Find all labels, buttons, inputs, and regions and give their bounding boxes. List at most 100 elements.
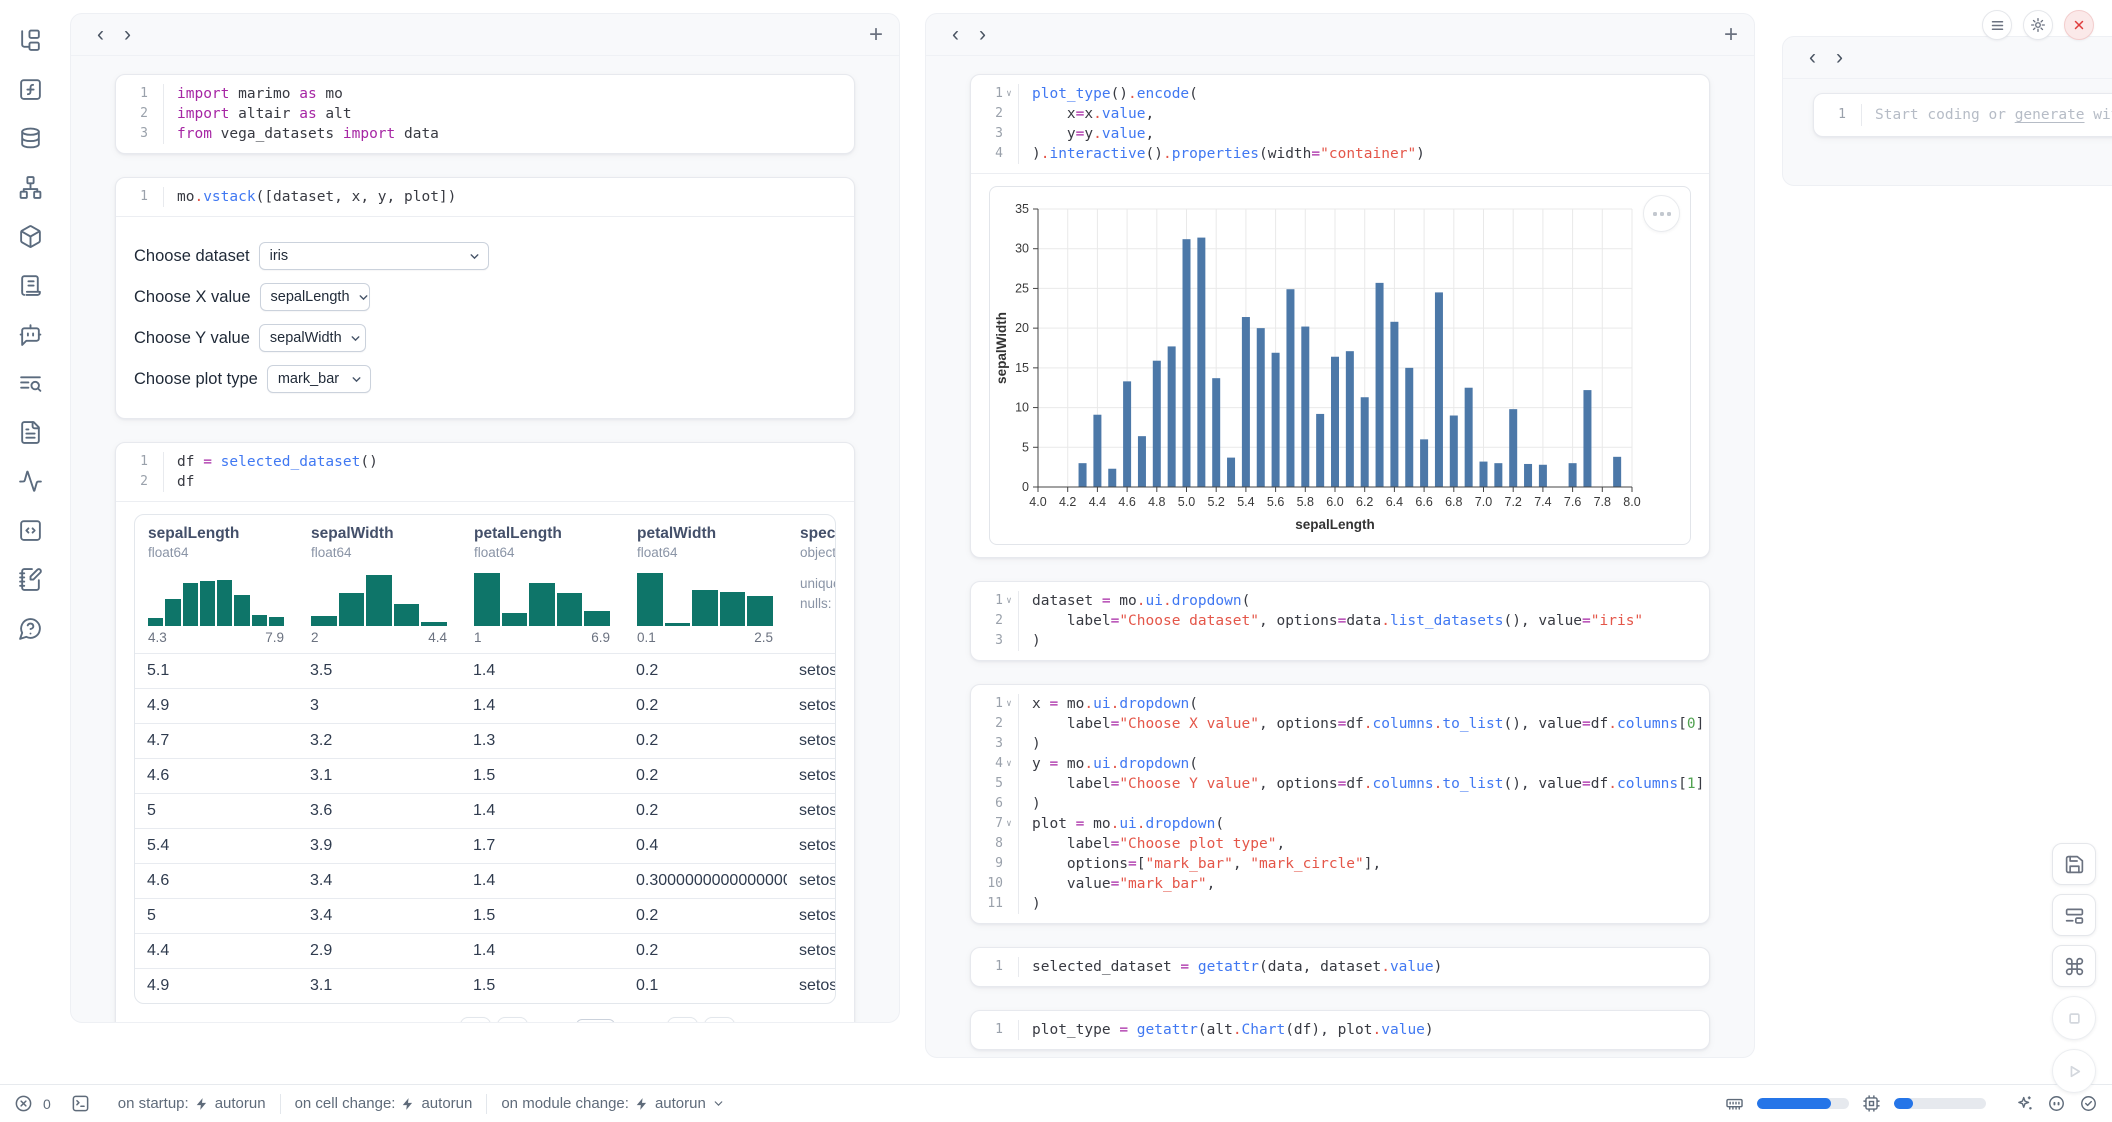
column-prev-button[interactable]: ‹ [87, 24, 114, 45]
code-content[interactable]: value="mark_bar", [1019, 874, 1215, 894]
code-line[interactable]: 6) [971, 794, 1709, 814]
code-content[interactable]: plot_type = getattr(alt.Chart(df), plot.… [1019, 1020, 1434, 1040]
last-page-button[interactable]: » [704, 1017, 735, 1023]
chart-actions-button[interactable] [1643, 195, 1680, 232]
code-line[interactable]: 2import altair as alt [116, 104, 854, 124]
code-line[interactable]: 2df [116, 472, 854, 492]
code-line[interactable]: 7∨plot = mo.ui.dropdown( [971, 814, 1709, 834]
column-next-button[interactable]: › [114, 24, 141, 45]
table-row[interactable]: 53.41.50.2setosa [135, 899, 835, 934]
code-content[interactable]: from vega_datasets import data [164, 124, 439, 144]
errors-icon[interactable] [14, 1094, 33, 1113]
on-startup-setting[interactable]: on startup: autorun [104, 1095, 280, 1112]
scratchpad-panel-button[interactable] [12, 561, 48, 597]
code-placeholder[interactable]: Start coding or generate with AI [1862, 104, 2112, 126]
keyboard-shortcuts-button[interactable] [2052, 945, 2096, 987]
code-line[interactable]: 11) [971, 894, 1709, 914]
documentation-panel-button[interactable] [12, 414, 48, 450]
code-line[interactable]: 10 value="mark_bar", [971, 874, 1709, 894]
stop-button[interactable] [2052, 996, 2096, 1040]
table-row[interactable]: 4.93.11.50.1setosa [135, 969, 835, 1004]
layout-toggle-button[interactable] [2052, 894, 2096, 936]
code-line[interactable]: 5 label="Choose Y value", options=df.col… [971, 774, 1709, 794]
code-content[interactable]: label="Choose dataset", options=data.lis… [1019, 611, 1643, 631]
code-content[interactable]: selected_dataset = getattr(data, dataset… [1019, 957, 1442, 977]
code-content[interactable]: label="Choose Y value", options=df.colum… [1019, 774, 1704, 794]
code-content[interactable]: dataset = mo.ui.dropdown( [1019, 591, 1250, 611]
column-header-petalWidth[interactable]: petalWidthfloat640.12.5 [624, 515, 787, 654]
code-content[interactable]: ).interactive().properties(width="contai… [1019, 144, 1425, 164]
code-line[interactable]: 1∨plot_type().encode( [971, 84, 1709, 104]
code-line[interactable]: 1selected_dataset = getattr(data, datase… [971, 957, 1709, 977]
code-content[interactable]: import marimo as mo [164, 84, 343, 104]
code-line[interactable]: 3 y=y.value, [971, 124, 1709, 144]
search-icon[interactable] [138, 1021, 155, 1023]
code-line[interactable]: 1∨x = mo.ui.dropdown( [971, 694, 1709, 714]
code-line[interactable]: 1df = selected_dataset() [116, 452, 854, 472]
code-line[interactable]: 9 options=["mark_bar", "mark_circle"], [971, 854, 1709, 874]
code-content[interactable]: label="Choose X value", options=df.colum… [1019, 714, 1704, 734]
code-line[interactable]: 4∨y = mo.ui.dropdown( [971, 754, 1709, 774]
code-content[interactable]: x=x.value, [1019, 104, 1154, 124]
column-header-sepalLength[interactable]: sepalLengthfloat644.37.9 [135, 515, 298, 654]
code-content[interactable]: mo.vstack([dataset, x, y, plot]) [164, 187, 456, 207]
code-line[interactable]: 1mo.vstack([dataset, x, y, plot]) [116, 187, 854, 207]
column-prev-button[interactable]: ‹ [942, 24, 969, 45]
ai-chat-panel-button[interactable] [12, 316, 48, 352]
find-logs-panel-button[interactable] [12, 365, 48, 401]
code-line[interactable]: 1plot_type = getattr(alt.Chart(df), plot… [971, 1020, 1709, 1040]
code-line[interactable]: 2 label="Choose X value", options=df.col… [971, 714, 1709, 734]
code-line[interactable]: 3) [971, 734, 1709, 754]
code-content[interactable]: ) [1019, 894, 1041, 914]
table-row[interactable]: 4.63.11.50.2setosa [135, 759, 835, 794]
code-content[interactable]: options=["mark_bar", "mark_circle"], [1019, 854, 1381, 874]
on-module-change-setting[interactable]: on module change: autorun [487, 1095, 738, 1112]
dropdown-choose-y-value[interactable]: sepalWidth [259, 324, 366, 352]
code-content[interactable]: df = selected_dataset() [164, 452, 378, 472]
table-row[interactable]: 5.13.51.40.2setosa [135, 654, 835, 689]
next-page-button[interactable]: › [667, 1017, 698, 1023]
code-content[interactable]: ) [1019, 631, 1041, 651]
terminal-icon[interactable] [71, 1094, 90, 1113]
code-content[interactable]: x = mo.ui.dropdown( [1019, 694, 1198, 714]
fold-chevron-icon[interactable]: ∨ [1003, 814, 1015, 834]
snippets-panel-button[interactable] [12, 512, 48, 548]
dependency-graph-panel-button[interactable] [12, 169, 48, 205]
code-line[interactable]: 2 label="Choose dataset", options=data.l… [971, 611, 1709, 631]
column-header-species[interactable]: speciesobjectunique:nulls: [787, 515, 835, 654]
code-content[interactable]: ) [1019, 794, 1041, 814]
dropdown-choose-dataset[interactable]: iris [259, 242, 489, 270]
column-header-sepalWidth[interactable]: sepalWidthfloat6424.4 [298, 515, 461, 654]
code-line[interactable]: 1import marimo as mo [116, 84, 854, 104]
shutdown-button[interactable] [2064, 10, 2094, 40]
fold-chevron-icon[interactable]: ∨ [1003, 694, 1015, 714]
code-line[interactable]: 3from vega_datasets import data [116, 124, 854, 144]
table-row[interactable]: 4.42.91.40.2setosa [135, 934, 835, 969]
settings-button[interactable] [2023, 10, 2053, 40]
copilot-icon[interactable] [2047, 1094, 2066, 1113]
cell-scratch[interactable]: 1 Start coding or generate with AI [1813, 93, 2112, 137]
add-cell-button[interactable]: + [1724, 23, 1738, 47]
vega-chart[interactable]: 4.04.24.44.64.85.05.25.45.65.86.06.26.46… [989, 186, 1691, 545]
code-line[interactable]: 8 label="Choose plot type", [971, 834, 1709, 854]
column-prev-button[interactable]: ‹ [1799, 47, 1826, 68]
table-row[interactable]: 4.63.41.40.30000000000000004setosa [135, 864, 835, 899]
code-content[interactable]: label="Choose plot type", [1019, 834, 1285, 854]
code-line[interactable]: 4).interactive().properties(width="conta… [971, 144, 1709, 164]
fold-chevron-icon[interactable]: ∨ [1003, 84, 1015, 104]
code-content[interactable]: ) [1019, 734, 1041, 754]
run-button[interactable] [2052, 1049, 2096, 1093]
prev-page-button[interactable]: ‹ [497, 1017, 528, 1023]
file-tree-panel-button[interactable] [12, 22, 48, 58]
code-line[interactable]: 3) [971, 631, 1709, 651]
activity-panel-button[interactable] [12, 463, 48, 499]
generate-link[interactable]: generate [2015, 107, 2085, 123]
menu-button[interactable] [1982, 10, 2012, 40]
table-row[interactable]: 4.73.21.30.2setosa [135, 724, 835, 759]
code-content[interactable]: import altair as alt [164, 104, 352, 124]
code-line[interactable]: 1∨dataset = mo.ui.dropdown( [971, 591, 1709, 611]
column-next-button[interactable]: › [1826, 47, 1853, 68]
code-content[interactable]: y = mo.ui.dropdown( [1019, 754, 1198, 774]
page-select[interactable]: 1 [576, 1019, 615, 1024]
first-page-button[interactable]: « [460, 1017, 491, 1023]
